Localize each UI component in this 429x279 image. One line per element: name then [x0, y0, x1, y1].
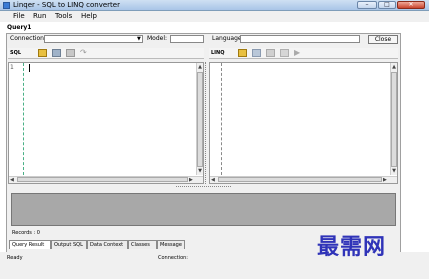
sql-editor[interactable] [8, 62, 204, 184]
status-connection: Connection: [158, 255, 188, 261]
vertical-splitter[interactable] [205, 62, 208, 184]
text-cursor [29, 64, 30, 72]
copy-icon[interactable] [66, 49, 75, 57]
menu-run[interactable]: Run [33, 12, 46, 21]
close-window-button[interactable]: ✕ [397, 1, 425, 9]
copy-icon[interactable] [266, 49, 275, 57]
menu-file[interactable]: File [13, 12, 25, 21]
tab-output-sql[interactable]: Output SQL [51, 240, 87, 249]
menu-help[interactable]: Help [81, 12, 97, 21]
scroll-thumb[interactable] [218, 177, 382, 182]
redo-arrow-icon[interactable]: ↷ [80, 48, 87, 57]
scroll-left-icon[interactable]: ◀ [10, 177, 14, 183]
app-icon [3, 2, 10, 9]
status-ready: Ready [7, 255, 23, 261]
scroll-thumb[interactable] [197, 72, 203, 167]
scroll-up-icon[interactable]: ▲ [197, 64, 203, 70]
tab-classes[interactable]: Classes [128, 240, 157, 249]
scroll-down-icon[interactable]: ▼ [197, 168, 203, 174]
linq-label: LINQ [211, 50, 225, 56]
run-query-icon[interactable] [238, 49, 247, 57]
play-icon[interactable]: ▶ [294, 48, 300, 57]
scroll-right-icon[interactable]: ▶ [383, 177, 387, 183]
minimize-button[interactable]: – [357, 1, 377, 9]
scroll-up-icon[interactable]: ▲ [391, 64, 397, 70]
tab-data-context[interactable]: Data Context [87, 240, 128, 249]
horizontal-splitter[interactable] [176, 186, 231, 188]
gutter-divider [23, 63, 24, 175]
records-count: Records : 0 [12, 230, 40, 236]
language-combo[interactable] [240, 35, 360, 43]
scroll-left-icon[interactable]: ◀ [211, 177, 215, 183]
language-label: Language: [212, 35, 244, 42]
scroll-right-icon[interactable]: ▶ [189, 177, 193, 183]
scroll-thumb[interactable] [17, 177, 188, 182]
results-grid[interactable] [11, 193, 396, 226]
connection-combo[interactable] [44, 35, 143, 43]
close-button[interactable]: Close [368, 35, 398, 44]
sql-label: SQL [10, 50, 22, 56]
maximize-button[interactable]: □ [378, 1, 396, 9]
line-number: 1 [10, 64, 14, 71]
window-title: Linqer - SQL to LINQ converter [13, 1, 120, 9]
tab-query1[interactable]: Query1 [7, 24, 32, 33]
watermark: 最需网 [317, 234, 387, 260]
connection-label: Connection: [10, 35, 46, 42]
gutter-divider [221, 63, 222, 175]
model-combo[interactable] [170, 35, 204, 43]
menu-tools[interactable]: Tools [55, 12, 72, 21]
scroll-down-icon[interactable]: ▼ [391, 168, 397, 174]
convert-icon[interactable] [38, 49, 47, 57]
save-icon[interactable] [252, 49, 261, 57]
tab-query-result[interactable]: Query Result [9, 240, 51, 249]
save-icon[interactable] [52, 49, 61, 57]
scroll-thumb[interactable] [391, 72, 397, 167]
model-label: Model: [147, 35, 168, 42]
settings-icon[interactable] [280, 49, 289, 57]
chevron-down-icon: ▼ [137, 36, 141, 42]
linq-editor[interactable] [209, 62, 398, 184]
tab-message[interactable]: Message [157, 240, 185, 249]
